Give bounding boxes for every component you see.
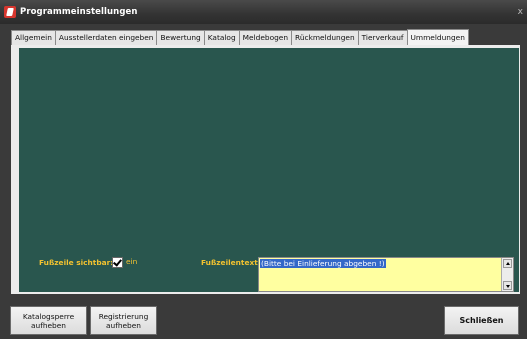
unlock-registration-button[interactable]: Registrierung aufheben: [90, 306, 157, 335]
settings-window: Programmeinstellungen x Allgemein Ausste…: [0, 0, 527, 339]
tab-bewertung[interactable]: Bewertung: [156, 30, 204, 45]
tab-tierverkauf[interactable]: Tierverkauf: [357, 30, 407, 45]
title-bar[interactable]: Programmeinstellungen x: [0, 0, 527, 24]
unlock-registration-label-1: Registrierung: [98, 311, 149, 321]
unlock-catalog-label-2: aufheben: [31, 320, 66, 330]
tab-katalog[interactable]: Katalog: [203, 30, 239, 45]
footer-text-scrollbar[interactable]: [501, 258, 513, 291]
unlock-catalog-button[interactable]: Katalogsperre aufheben: [10, 306, 87, 335]
unlock-registration-label-2: aufheben: [106, 320, 141, 330]
tab-ummeldungen[interactable]: Ummeldungen: [406, 29, 469, 46]
close-button-label: Schließen: [459, 316, 504, 325]
scroll-up-icon[interactable]: [503, 259, 512, 268]
tab-strip: Allgemein Ausstellerdaten eingeben Bewer…: [11, 29, 469, 46]
tab-rueckmeldungen[interactable]: Rückmeldungen: [291, 30, 358, 45]
footer-visible-checkbox[interactable]: [112, 257, 123, 268]
close-icon[interactable]: x: [518, 7, 523, 17]
unlock-catalog-label-1: Katalogsperre: [22, 311, 75, 321]
footer-text-field[interactable]: (Bitte bei Einlieferung abgeben !): [258, 257, 514, 292]
tab-panel: [19, 48, 519, 292]
app-icon: [4, 6, 16, 18]
close-button[interactable]: Schließen: [444, 306, 519, 335]
footer-visible-label: Fußzeile sichtbar:: [39, 258, 114, 267]
footer-text-value: (Bitte bei Einlieferung abgeben !): [260, 259, 386, 268]
tab-allgemein[interactable]: Allgemein: [11, 30, 55, 45]
footer-text-label: Fußzeilentext:: [201, 258, 261, 267]
footer-visible-option: ein: [126, 257, 138, 266]
tab-ausstellerdaten[interactable]: Ausstellerdaten eingeben: [54, 30, 157, 45]
window-title: Programmeinstellungen: [20, 7, 138, 17]
tab-meldebogen[interactable]: Meldebogen: [238, 30, 292, 45]
scroll-down-icon[interactable]: [503, 281, 512, 290]
